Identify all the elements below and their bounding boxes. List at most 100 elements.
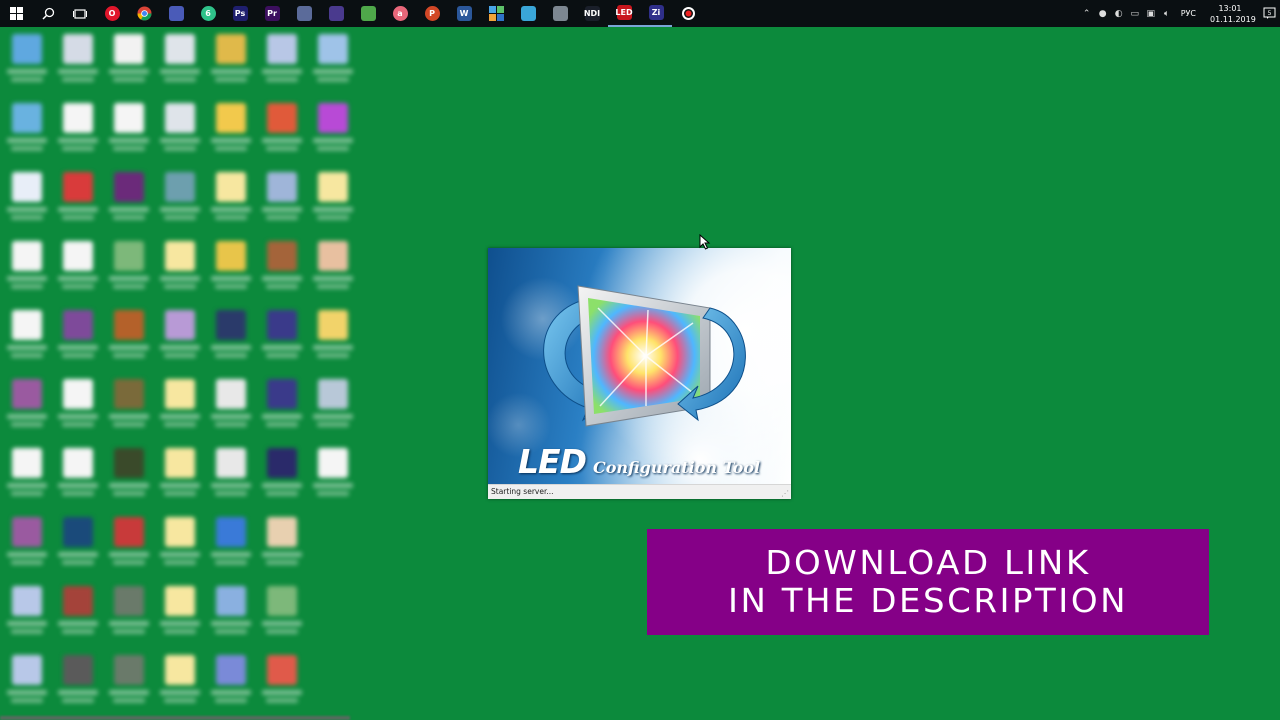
desktop-icon[interactable] bbox=[257, 375, 307, 444]
desktop-icon[interactable] bbox=[155, 99, 205, 168]
desktop-icon[interactable] bbox=[53, 237, 103, 306]
desktop-icon[interactable] bbox=[257, 513, 307, 582]
desktop-icon[interactable] bbox=[104, 513, 154, 582]
desktop-icon[interactable] bbox=[308, 306, 358, 375]
desktop-icon[interactable] bbox=[53, 582, 103, 651]
record-app[interactable] bbox=[672, 0, 704, 27]
network-app[interactable] bbox=[512, 0, 544, 27]
desktop-icon[interactable] bbox=[206, 237, 256, 306]
desktop-icon[interactable] bbox=[104, 306, 154, 375]
desktop-icon[interactable] bbox=[308, 444, 358, 513]
desktop-icon[interactable] bbox=[2, 651, 52, 720]
desktop-icon[interactable] bbox=[257, 168, 307, 237]
desktop-icon[interactable] bbox=[2, 375, 52, 444]
desktop-icon[interactable] bbox=[2, 237, 52, 306]
desktop-icon[interactable] bbox=[53, 513, 103, 582]
tools-app[interactable] bbox=[544, 0, 576, 27]
desktop-icon[interactable] bbox=[257, 30, 307, 99]
desktop-icon[interactable] bbox=[104, 30, 154, 99]
desktop-icon[interactable] bbox=[104, 582, 154, 651]
desktop-icon[interactable] bbox=[155, 582, 205, 651]
desktop-icon[interactable] bbox=[206, 582, 256, 651]
word-app[interactable]: W bbox=[448, 0, 480, 27]
desktop-icon[interactable] bbox=[2, 444, 52, 513]
language-indicator[interactable]: РУС bbox=[1181, 9, 1196, 18]
desktop-icon[interactable] bbox=[206, 99, 256, 168]
tray-app-icon[interactable]: ◐ bbox=[1114, 9, 1124, 19]
chrome-app[interactable] bbox=[128, 0, 160, 27]
desktop-icon[interactable] bbox=[206, 30, 256, 99]
notification-center-button[interactable]: 5 bbox=[1258, 7, 1280, 20]
desktop-icon[interactable] bbox=[2, 306, 52, 375]
tray-app-icon[interactable]: ● bbox=[1098, 9, 1108, 19]
video-editor-app[interactable] bbox=[160, 0, 192, 27]
desktop-icon[interactable] bbox=[104, 168, 154, 237]
desktop-icon[interactable] bbox=[155, 168, 205, 237]
desktop-icon[interactable] bbox=[104, 99, 154, 168]
desktop-icon[interactable] bbox=[155, 237, 205, 306]
desktop-icon[interactable] bbox=[206, 513, 256, 582]
desktop-icon[interactable] bbox=[257, 651, 307, 720]
desktop-icon[interactable] bbox=[257, 444, 307, 513]
premiere-app[interactable]: Pr bbox=[256, 0, 288, 27]
a-app[interactable]: a bbox=[384, 0, 416, 27]
desktop-icon[interactable] bbox=[155, 30, 205, 99]
desktop-icon[interactable] bbox=[104, 375, 154, 444]
desktop-icon[interactable] bbox=[308, 375, 358, 444]
desktop-icon[interactable] bbox=[53, 375, 103, 444]
start-button[interactable] bbox=[0, 0, 32, 27]
desktop-icon[interactable] bbox=[308, 30, 358, 99]
desktop-icon[interactable] bbox=[206, 168, 256, 237]
desktop-icon[interactable] bbox=[155, 444, 205, 513]
desktop-icon[interactable] bbox=[155, 651, 205, 720]
desktop-icon[interactable] bbox=[104, 444, 154, 513]
desktop-icon[interactable] bbox=[206, 306, 256, 375]
desktop-icon[interactable] bbox=[257, 582, 307, 651]
purple-app[interactable] bbox=[320, 0, 352, 27]
desktop-icon[interactable] bbox=[2, 30, 52, 99]
desktop-icon-label bbox=[58, 207, 98, 212]
grid-app[interactable] bbox=[480, 0, 512, 27]
green-app[interactable]: 6 bbox=[192, 0, 224, 27]
desktop-icon[interactable] bbox=[104, 237, 154, 306]
desktop-icon[interactable] bbox=[53, 651, 103, 720]
desktop-icon[interactable] bbox=[308, 237, 358, 306]
desktop-icon[interactable] bbox=[206, 444, 256, 513]
opera-app[interactable]: O bbox=[96, 0, 128, 27]
desktop-icon[interactable] bbox=[53, 168, 103, 237]
desktop-icon[interactable] bbox=[206, 651, 256, 720]
media-app[interactable] bbox=[288, 0, 320, 27]
desktop-icon[interactable] bbox=[53, 99, 103, 168]
desktop-icon[interactable] bbox=[104, 651, 154, 720]
desktop-icon[interactable] bbox=[53, 444, 103, 513]
zi-app[interactable]: Zi bbox=[640, 0, 672, 27]
vpn-app[interactable] bbox=[352, 0, 384, 27]
clock[interactable]: 13:01 01.11.2019 bbox=[1210, 3, 1256, 25]
led-app[interactable]: LED bbox=[608, 0, 640, 27]
task-view-button[interactable] bbox=[64, 0, 96, 27]
photoshop-app[interactable]: Ps bbox=[224, 0, 256, 27]
desktop-icon[interactable] bbox=[53, 306, 103, 375]
desktop-icon[interactable] bbox=[308, 99, 358, 168]
desktop-icon[interactable] bbox=[155, 306, 205, 375]
chevron-up-icon[interactable]: ⌃ bbox=[1082, 9, 1092, 19]
desktop-icon[interactable] bbox=[257, 306, 307, 375]
desktop-icon[interactable] bbox=[257, 237, 307, 306]
battery-icon[interactable]: ▭ bbox=[1130, 9, 1140, 19]
desktop-icon-label bbox=[215, 422, 247, 427]
network-icon[interactable]: ▣ bbox=[1146, 9, 1156, 19]
desktop-icon[interactable] bbox=[53, 30, 103, 99]
desktop-icon[interactable] bbox=[308, 168, 358, 237]
powerpoint-app[interactable]: P bbox=[416, 0, 448, 27]
desktop-icon[interactable] bbox=[155, 513, 205, 582]
desktop-icon[interactable] bbox=[206, 375, 256, 444]
desktop-icon[interactable] bbox=[155, 375, 205, 444]
ndi-app[interactable]: NDI bbox=[576, 0, 608, 27]
volume-icon[interactable]: 🔈︎ bbox=[1162, 9, 1172, 19]
search-button[interactable] bbox=[32, 0, 64, 27]
desktop-icon[interactable] bbox=[2, 99, 52, 168]
desktop-icon[interactable] bbox=[257, 99, 307, 168]
desktop-icon[interactable] bbox=[2, 168, 52, 237]
desktop-icon[interactable] bbox=[2, 513, 52, 582]
desktop-icon[interactable] bbox=[2, 582, 52, 651]
